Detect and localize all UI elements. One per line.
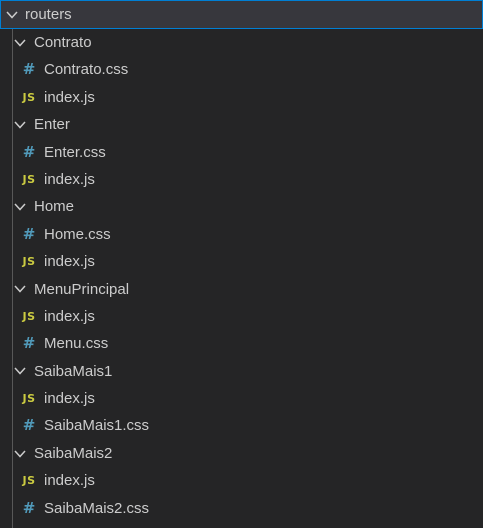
file-label: SaibaMais1.css: [44, 417, 150, 435]
chevron-down-icon[interactable]: [14, 358, 30, 385]
css-file-icon: #: [22, 498, 36, 517]
javascript-file-icon: JS: [22, 255, 36, 269]
file-item[interactable]: # Contrato.css: [0, 56, 483, 83]
folder-label: SaibaMais1: [34, 362, 113, 380]
javascript-file-icon: JS: [22, 309, 36, 323]
css-file-icon: #: [22, 334, 36, 353]
chevron-down-icon[interactable]: [14, 29, 30, 56]
file-item[interactable]: JS index.js: [0, 84, 483, 111]
chevron-down-icon[interactable]: [14, 276, 30, 303]
css-file-icon: #: [22, 142, 36, 161]
file-item[interactable]: JS index.js: [0, 467, 483, 494]
css-file-icon: #: [22, 60, 36, 79]
file-item[interactable]: JS index.js: [0, 166, 483, 193]
file-label: index.js: [44, 307, 95, 325]
folder-enter[interactable]: Enter: [0, 111, 483, 138]
file-label: Enter.css: [44, 143, 106, 161]
folder-menuprincipal[interactable]: MenuPrincipal: [0, 276, 483, 303]
file-item[interactable]: # Menu.css: [0, 330, 483, 357]
file-label: index.js: [44, 390, 95, 408]
folder-saibamais2[interactable]: SaibaMais2: [0, 440, 483, 467]
javascript-file-icon: JS: [22, 474, 36, 488]
file-label: index.js: [44, 170, 95, 188]
file-label: Menu.css: [44, 335, 109, 353]
chevron-down-icon[interactable]: [14, 193, 30, 220]
javascript-file-icon: JS: [22, 172, 36, 186]
folder-label: MenuPrincipal: [34, 280, 130, 298]
file-label: Home.css: [44, 225, 111, 243]
file-label: index.js: [44, 472, 95, 490]
folder-label: Enter: [34, 116, 70, 134]
folder-routers[interactable]: routers: [0, 0, 483, 29]
file-item[interactable]: # Home.css: [0, 221, 483, 248]
file-label: index.js: [44, 253, 95, 271]
css-file-icon: #: [22, 224, 36, 243]
folder-label: SaibaMais2: [34, 444, 113, 462]
file-item[interactable]: # Enter.css: [0, 139, 483, 166]
javascript-file-icon: JS: [22, 392, 36, 406]
folder-label: Contrato: [34, 34, 92, 51]
file-label: index.js: [44, 88, 95, 106]
javascript-file-icon: JS: [22, 90, 36, 104]
chevron-down-icon[interactable]: [6, 1, 22, 28]
css-file-icon: #: [22, 416, 36, 435]
file-label: SaibaMais2.css: [44, 499, 150, 517]
file-explorer-tree: routers Contrato # Contrato.css JS index…: [0, 0, 483, 528]
file-item[interactable]: JS index.js: [0, 303, 483, 330]
file-label: Contrato.css: [44, 61, 129, 79]
file-item[interactable]: JS index.js: [0, 248, 483, 275]
file-item[interactable]: # SaibaMais1.css: [0, 412, 483, 439]
folder-saibamais1[interactable]: SaibaMais1: [0, 358, 483, 385]
folder-label: Home: [34, 198, 75, 216]
folder-home[interactable]: Home: [0, 193, 483, 220]
folder-label-routers: routers: [25, 6, 72, 23]
chevron-down-icon[interactable]: [14, 111, 30, 138]
file-item[interactable]: # SaibaMais2.css: [0, 495, 483, 522]
file-item[interactable]: JS index.js: [0, 385, 483, 412]
folder-contrato[interactable]: Contrato: [0, 29, 483, 56]
chevron-down-icon[interactable]: [14, 440, 30, 467]
